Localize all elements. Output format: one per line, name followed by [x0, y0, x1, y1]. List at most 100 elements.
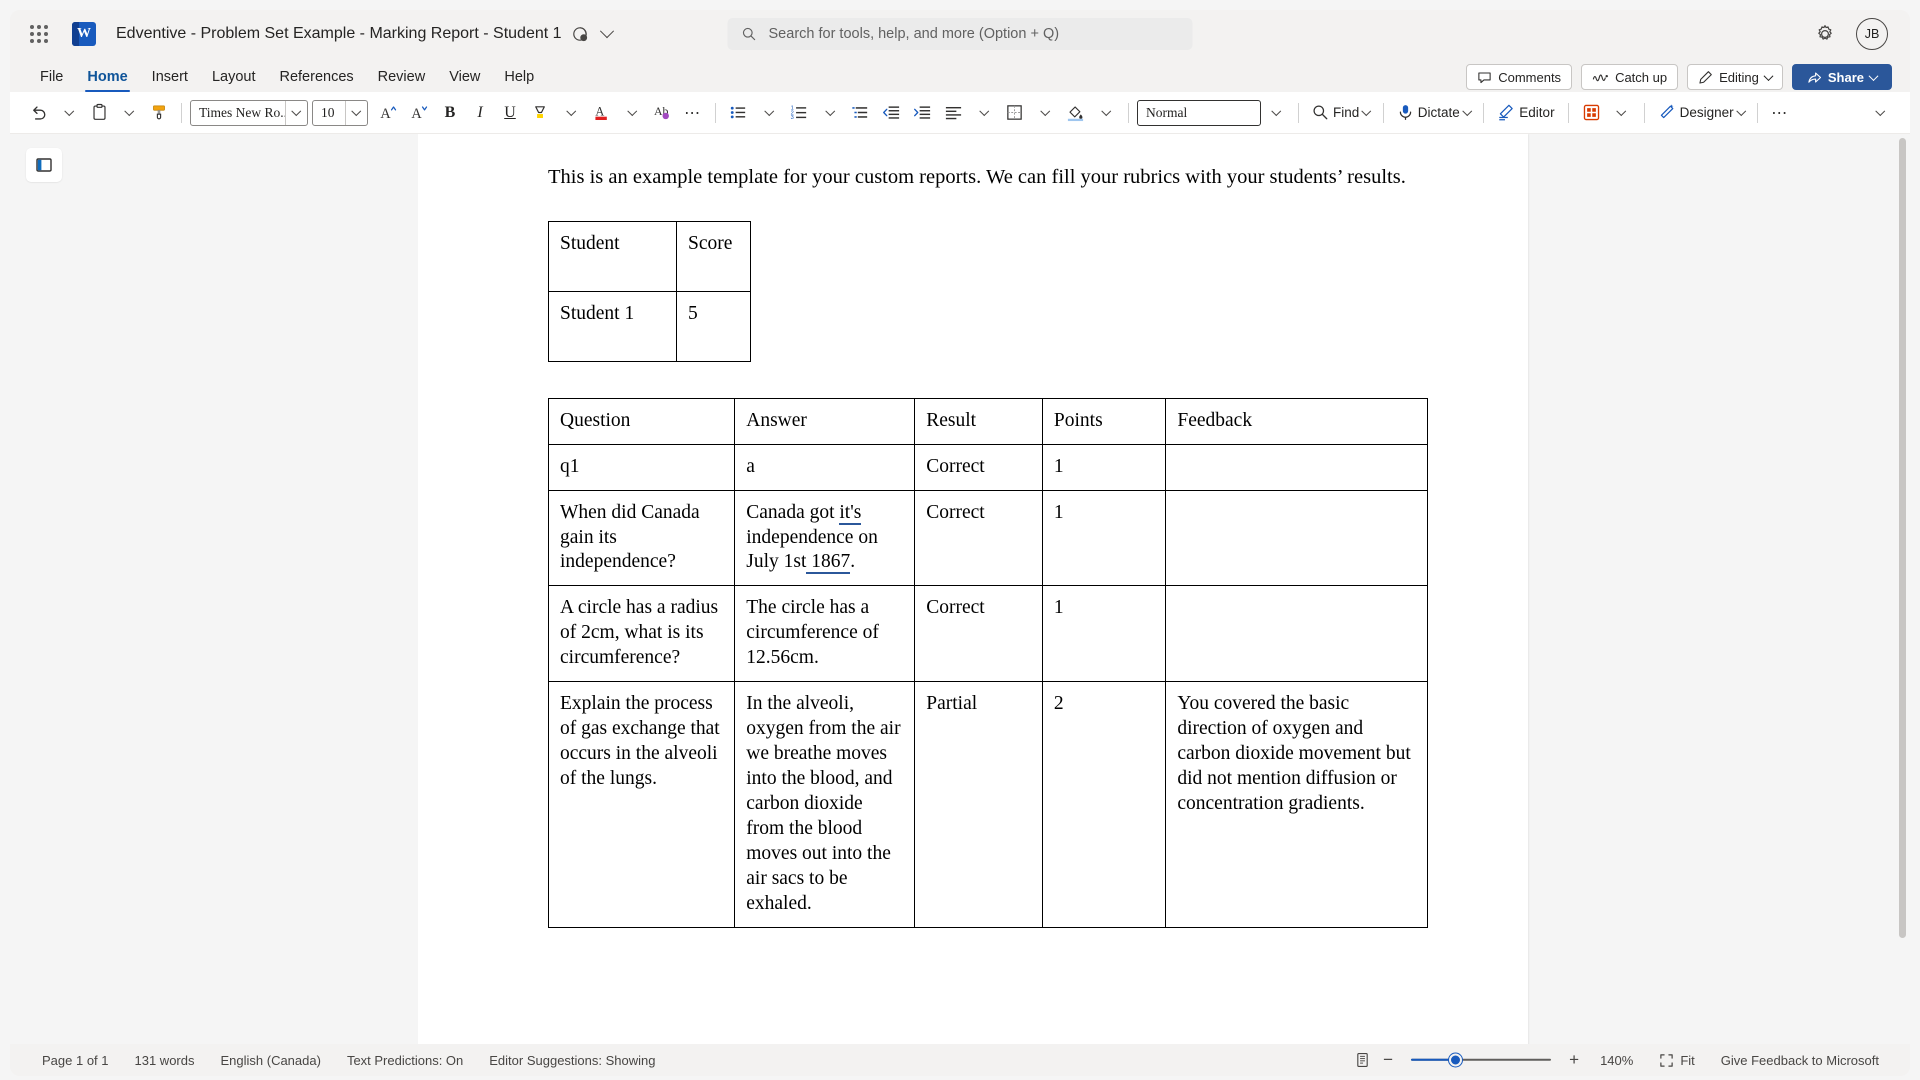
document-page[interactable]: This is an example template for your cus…: [418, 134, 1528, 1044]
font-family-chevron-down-icon[interactable]: [285, 100, 307, 125]
tab-file[interactable]: File: [28, 66, 75, 92]
title-dropdown-chevron-icon[interactable]: [599, 24, 614, 39]
shading-button[interactable]: [1061, 98, 1090, 128]
italic-label: I: [477, 103, 483, 121]
tab-help[interactable]: Help: [492, 66, 546, 92]
decrease-indent-button[interactable]: [877, 98, 906, 128]
answer-text-part: Canada got: [746, 501, 840, 523]
table-row: q1 a Correct 1: [547, 443, 1428, 491]
format-painter-button[interactable]: [145, 98, 173, 128]
shading-dropdown[interactable]: [1092, 98, 1120, 128]
borders-dropdown[interactable]: [1031, 98, 1059, 128]
document-canvas[interactable]: This is an example template for your cus…: [418, 134, 1910, 1044]
designer-button[interactable]: Designer: [1653, 98, 1750, 128]
bullets-dropdown[interactable]: [755, 98, 783, 128]
align-button[interactable]: [939, 98, 968, 128]
reading-view-button[interactable]: [1349, 1048, 1375, 1072]
borders-icon: [1007, 105, 1022, 120]
search-input[interactable]: [768, 26, 1179, 42]
app-launcher-icon[interactable]: [24, 19, 54, 49]
clear-formatting-icon: Ab: [654, 104, 669, 120]
scrollbar-thumb[interactable]: [1899, 138, 1906, 938]
font-size-select[interactable]: 10: [312, 99, 368, 126]
share-button[interactable]: Share: [1791, 64, 1892, 90]
editor-button[interactable]: Editor: [1492, 98, 1559, 128]
highlight-dropdown[interactable]: [557, 98, 585, 128]
bold-button[interactable]: B: [436, 98, 464, 128]
grow-font-button[interactable]: A: [374, 98, 403, 128]
multilevel-list-icon: [852, 107, 868, 118]
undo-dropdown[interactable]: [55, 98, 83, 128]
language-indicator[interactable]: English (Canada): [207, 1048, 333, 1072]
catch-up-button[interactable]: Catch up: [1581, 64, 1679, 90]
increase-indent-icon: [914, 106, 931, 119]
gear-icon[interactable]: [1812, 21, 1838, 47]
catch-up-label: Catch up: [1615, 69, 1668, 85]
feedback-link[interactable]: Give Feedback to Microsoft: [1708, 1048, 1892, 1072]
increase-indent-button[interactable]: [908, 98, 937, 128]
editing-mode-button[interactable]: Editing: [1687, 64, 1783, 90]
font-overflow-button[interactable]: ⋯: [679, 98, 707, 128]
paste-button[interactable]: [85, 98, 113, 128]
word-count[interactable]: 131 words: [122, 1048, 208, 1072]
shrink-font-button[interactable]: A: [405, 98, 434, 128]
navigation-pane-toggle[interactable]: [26, 148, 62, 182]
search-box[interactable]: [727, 18, 1193, 50]
svg-text:A: A: [595, 105, 604, 119]
font-size-chevron-down-icon[interactable]: [345, 100, 367, 125]
highlight-button[interactable]: [526, 98, 555, 128]
paste-dropdown[interactable]: [115, 98, 143, 128]
chevron-down-icon: [1736, 106, 1746, 116]
grammar-suggestion-1867[interactable]: 1867: [806, 551, 851, 575]
cell-result: Correct: [914, 489, 1043, 587]
zoom-slider-thumb[interactable]: [1449, 1053, 1463, 1067]
zoom-in-button[interactable]: +: [1561, 1048, 1587, 1072]
avatar[interactable]: JB: [1856, 18, 1888, 50]
zoom-out-button[interactable]: −: [1375, 1048, 1401, 1072]
cell-points: 1: [1041, 585, 1167, 683]
bullets-button[interactable]: [724, 98, 753, 128]
vertical-scrollbar[interactable]: [1898, 138, 1907, 1040]
tab-view[interactable]: View: [437, 66, 492, 92]
highlighter-icon: [535, 106, 545, 119]
undo-button[interactable]: [24, 98, 53, 128]
tab-references[interactable]: References: [267, 66, 365, 92]
autosave-icon[interactable]: [572, 25, 590, 43]
underline-button[interactable]: U: [496, 98, 524, 128]
marking-table[interactable]: Question Answer Result Points Feedback q…: [547, 397, 1428, 928]
collapse-ribbon-button[interactable]: [1870, 100, 1896, 126]
font-color-button[interactable]: A: [587, 98, 616, 128]
tab-insert[interactable]: Insert: [140, 66, 200, 92]
dictate-button[interactable]: Dictate: [1392, 98, 1476, 128]
find-button[interactable]: Find: [1307, 98, 1375, 128]
fit-button[interactable]: Fit: [1646, 1048, 1707, 1072]
score-table[interactable]: Student Score Student 1 5: [548, 220, 751, 362]
tab-home[interactable]: Home: [75, 66, 139, 93]
text-predictions-status[interactable]: Text Predictions: On: [334, 1048, 476, 1072]
toolbar-overflow-button[interactable]: ⋯: [1766, 98, 1794, 128]
font-color-dropdown[interactable]: [618, 98, 646, 128]
tab-review[interactable]: Review: [366, 66, 438, 92]
multilevel-list-button[interactable]: [846, 98, 875, 128]
align-dropdown[interactable]: [970, 98, 998, 128]
numbering-dropdown[interactable]: [816, 98, 844, 128]
page-indicator[interactable]: Page 1 of 1: [28, 1048, 122, 1072]
tab-layout[interactable]: Layout: [200, 66, 268, 92]
addins-button[interactable]: [1577, 98, 1606, 128]
italic-button[interactable]: I: [466, 98, 494, 128]
editor-suggestions-status[interactable]: Editor Suggestions: Showing: [476, 1048, 668, 1072]
zoom-slider[interactable]: [1411, 1048, 1552, 1072]
numbering-button[interactable]: 1 2 3: [785, 98, 814, 128]
comments-button[interactable]: Comments: [1466, 64, 1573, 90]
grammar-suggestion-its[interactable]: it's: [839, 501, 862, 525]
style-select[interactable]: Normal: [1137, 99, 1261, 126]
cell-feedback: You covered the basic direction of oxyge…: [1165, 681, 1428, 928]
svg-text:A: A: [411, 106, 422, 122]
borders-button[interactable]: [1000, 98, 1029, 128]
zoom-level[interactable]: 140%: [1587, 1048, 1646, 1072]
addins-dropdown[interactable]: [1608, 98, 1636, 128]
style-chevron-down-icon[interactable]: [1262, 98, 1290, 128]
document-title: Edventive - Problem Set Example - Markin…: [116, 25, 562, 42]
clear-formatting-button[interactable]: Ab: [648, 98, 677, 128]
font-family-select[interactable]: Times New Ro...: [190, 99, 308, 126]
